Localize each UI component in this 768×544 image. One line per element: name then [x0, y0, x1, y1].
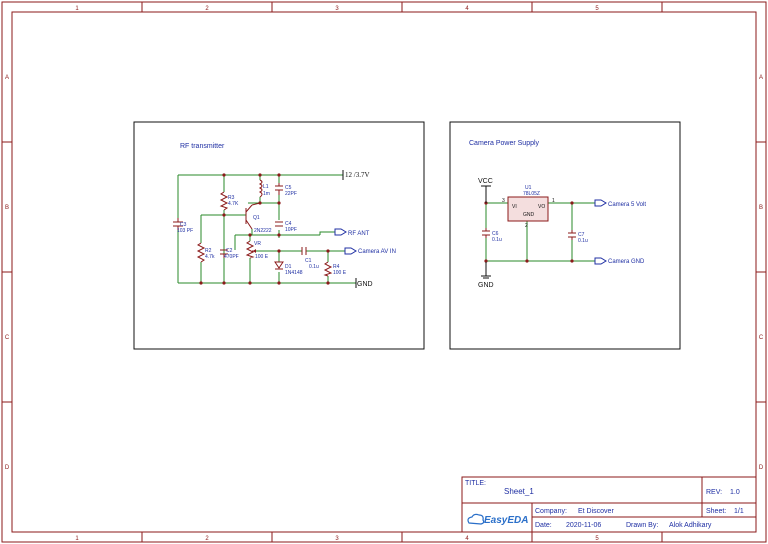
capacitor-c7	[568, 230, 576, 240]
u1-pin-2: 2	[525, 223, 528, 229]
u1-pin-vo: VO	[538, 204, 545, 210]
easyeda-logo: EasyEDA	[467, 513, 528, 526]
row-label-right: B	[759, 205, 763, 211]
camera-5v-flag	[594, 199, 607, 207]
row-label-left: A	[5, 75, 9, 81]
row-label-right: D	[759, 465, 764, 471]
c1-value: 0.1u	[309, 264, 319, 270]
vr-wiper-arrow	[253, 249, 256, 253]
row-label-left: C	[5, 335, 10, 341]
date-label: Date:	[535, 522, 552, 529]
c4-value: 10PF	[285, 227, 297, 233]
r2-value: 4.7k	[205, 254, 215, 260]
capacitor-c4	[275, 221, 283, 227]
cam-in-flag	[344, 247, 357, 255]
u1-pin-3: 3	[502, 198, 505, 204]
col-label-top: 3	[335, 6, 339, 12]
col-label-top: 5	[595, 6, 599, 12]
rf-ant-flag	[334, 228, 347, 236]
c5-value: 22PF	[285, 191, 297, 197]
c6-value: 0.1u	[492, 237, 502, 243]
vr-ref: VR	[254, 241, 261, 247]
r4-value: 100 E	[333, 270, 347, 276]
capacitor-c5	[275, 183, 283, 195]
date-value: 2020-11-06	[566, 522, 601, 529]
row-label-left: D	[5, 465, 10, 471]
cloud-icon	[467, 513, 485, 525]
ps-panel-title: Camera Power Supply	[469, 140, 540, 147]
row-label-right: A	[759, 75, 763, 81]
sheet-value: 1/1	[734, 508, 744, 515]
u1-pin-vi: VI	[512, 204, 517, 210]
d1-value: 1N4148	[285, 270, 303, 276]
rev-label: REV:	[706, 489, 722, 496]
title-label: TITLE:	[465, 480, 486, 487]
rf-ant-label: RF ANT	[348, 231, 370, 237]
u1-pin-gnd: GND	[523, 212, 535, 218]
resistor-r3	[219, 191, 229, 211]
potentiometer-vr	[245, 240, 255, 259]
resistor-r4	[323, 261, 333, 277]
capacitor-c1	[301, 247, 307, 255]
vcc-label: VCC	[478, 178, 493, 185]
sheet-frame	[1, 1, 767, 543]
vr-value: 100 E	[255, 254, 269, 260]
col-label-bottom: 3	[335, 536, 339, 542]
l1-ref: L1	[263, 184, 269, 190]
schematic-sheet: 1 2 3 4 5 1 2 3 4 5 A B C D A B C D RF t…	[1, 1, 767, 543]
logo-text: EasyEDA	[484, 515, 528, 526]
rf-panel-title: RF transmitter	[180, 143, 225, 150]
c2-value: 470PF	[224, 254, 239, 260]
rf-transmitter-panel: RF transmitter C3 103 PF R3 4.7K L1 1m C…	[133, 121, 425, 350]
u1-value: 78L05Z	[523, 191, 540, 197]
col-label-bottom: 5	[595, 536, 599, 542]
col-label-bottom: 4	[465, 536, 469, 542]
sheet-label: Sheet:	[706, 508, 726, 515]
col-label-top: 2	[205, 6, 209, 12]
company-label: Company:	[535, 508, 567, 515]
l1-value: 1m	[263, 191, 270, 197]
camera-5v-label: Camera 5 Volt	[608, 202, 646, 208]
resistor-r2	[196, 242, 206, 263]
col-label-bottom: 1	[75, 536, 79, 542]
q1-ref: Q1	[253, 215, 260, 221]
col-label-bottom: 2	[205, 536, 209, 542]
diode-d1	[274, 261, 284, 270]
camera-gnd-flag	[594, 257, 607, 265]
title-block: TITLE: Sheet_1 REV: 1.0 Company: Et Disc…	[461, 476, 757, 533]
camera-gnd-label: Camera GND	[608, 259, 645, 265]
c3-value: 103 PF	[177, 228, 193, 234]
camera-av-in-label: Camera AV IN	[358, 249, 396, 255]
company-value: Et Discover	[578, 508, 614, 515]
drawn-by-label: Drawn By:	[626, 522, 658, 529]
col-label-top: 4	[465, 6, 469, 12]
row-label-left: B	[5, 205, 9, 211]
camera-power-supply-panel: Camera Power Supply VI VO GND 3 1 2 U1 7…	[449, 121, 681, 350]
ps-gnd-label: GND	[478, 282, 494, 289]
col-label-top: 1	[75, 6, 79, 12]
drawn-by-value: Alok Adhikary	[669, 522, 712, 529]
title-value: Sheet_1	[504, 487, 534, 496]
rf-supply-label: 12 /3.7V	[345, 171, 370, 179]
frame-labels: 1 2 3 4 5 1 2 3 4 5 A B C D A B C D	[5, 6, 764, 542]
rev-value: 1.0	[730, 489, 740, 496]
inductor-l1	[258, 179, 263, 198]
c7-value: 0.1u	[578, 238, 588, 244]
q1-value: 2N2222	[254, 228, 272, 234]
u1-pin-1: 1	[552, 198, 555, 204]
capacitor-c6	[482, 228, 490, 238]
row-label-right: C	[759, 335, 764, 341]
rf-gnd-label: GND	[357, 281, 373, 288]
r3-value: 4.7K	[228, 201, 239, 207]
